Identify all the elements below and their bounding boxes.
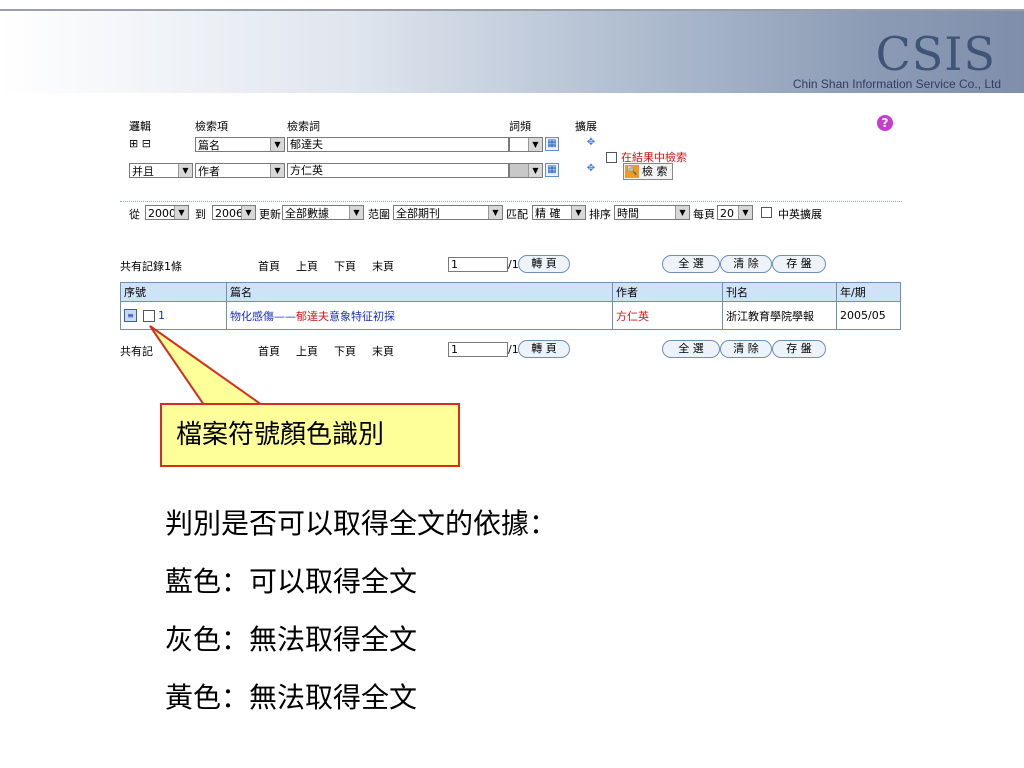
body-line-1: 判別是否可以取得全文的依據： — [165, 507, 558, 540]
callout-box: 檔案符號顏色識別 — [160, 403, 460, 467]
callout-pointer — [149, 325, 266, 406]
body-line-3: 灰色：無法取得全文 — [165, 623, 418, 656]
body-line-2: 藍色：可以取得全文 — [165, 565, 418, 598]
body-line-4: 黃色：無法取得全文 — [165, 681, 418, 714]
